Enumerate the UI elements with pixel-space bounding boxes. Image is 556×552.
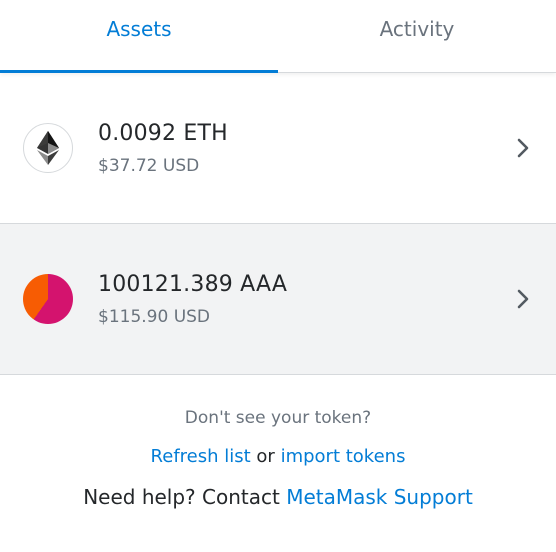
or-text: or [256,446,275,467]
asset-info: 0.0092 ETH $37.72 USD [98,121,514,176]
asset-amount: 0.0092 ETH [98,120,228,146]
refresh-list-link[interactable]: Refresh list [151,446,251,467]
tab-assets-label: Assets [106,17,172,41]
token-avatar-icon [23,274,73,324]
help-line: Need help? Contact MetaMask Support [0,485,556,509]
asset-row-aaa[interactable]: 100121.389 AAA $115.90 USD [0,224,556,375]
chevron-right-icon [514,136,532,160]
import-tokens-link[interactable]: import tokens [281,446,406,467]
tab-activity-label: Activity [379,17,455,41]
token-actions: Refresh list or import tokens [0,446,556,467]
asset-info: 100121.389 AAA $115.90 USD [98,272,514,327]
chevron-right-icon [514,287,532,311]
asset-amount: 100121.389 AAA [98,271,288,297]
ethereum-icon [23,123,73,173]
missing-token-prompt: Don't see your token? [184,408,372,428]
asset-fiat-value: $37.72 USD [98,155,200,176]
asset-list: 0.0092 ETH $37.72 USD 100121.389 AAA $11… [0,73,556,375]
help-text: Need help? Contact [83,485,280,509]
asset-fiat-value: $115.90 USD [98,306,211,327]
tab-activity[interactable]: Activity [278,0,556,72]
asset-list-footer: Don't see your token? Refresh list or im… [0,375,556,509]
metamask-support-link[interactable]: MetaMask Support [286,485,473,509]
tab-assets[interactable]: Assets [0,0,278,73]
asset-row-eth[interactable]: 0.0092 ETH $37.72 USD [0,73,556,224]
tab-bar: Assets Activity [0,0,556,73]
